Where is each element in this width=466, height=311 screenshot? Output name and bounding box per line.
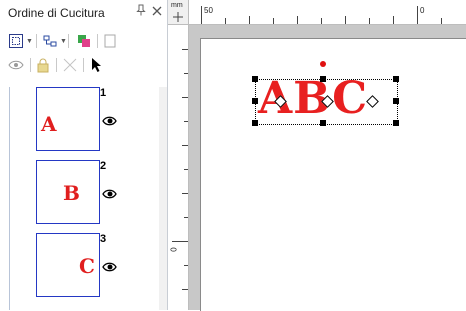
rotate-handle[interactable] [320,61,326,67]
resize-handle-top-left[interactable] [252,76,258,82]
item-number: 1 [100,87,107,99]
order-button[interactable] [76,32,92,50]
eye-icon [8,60,24,70]
toolbar-divider [83,58,84,72]
item-letter: B [63,181,80,205]
eye-icon[interactable] [102,186,117,204]
lock-button[interactable] [36,56,50,74]
toolbar-divider [68,34,69,48]
cursor-arrow-icon [92,58,101,72]
panel-scrollbar[interactable] [159,87,167,310]
eye-icon[interactable] [102,113,117,131]
toolbar-row-2 [0,54,167,76]
item-letter: C [79,254,95,278]
group-icon [43,35,57,47]
crosshair-icon [173,12,183,22]
eye-icon[interactable] [102,259,117,277]
ruler-label: 0 [420,6,425,15]
toolbar-row-1: ▼ ▼ [0,30,167,52]
item-number: 3 [100,233,107,245]
ruler-ticks [172,49,188,290]
ruler-label: 50 [204,6,213,15]
panel-title: Ordine di Cucitura [8,6,105,20]
resize-handle-bottom[interactable] [320,120,326,126]
view-mode-button[interactable]: ▼ [8,32,33,50]
resize-handle-left[interactable] [252,98,258,104]
disabled-button[interactable] [102,32,118,50]
panel-header: Ordine di Cucitura [0,0,167,26]
resize-handle-bottom-left[interactable] [252,120,258,126]
ruler-label: 0 [169,247,179,252]
list-item[interactable]: C [36,233,100,297]
resize-handle-bottom-right[interactable] [393,120,399,126]
horizontal-ruler[interactable]: 50 0 [189,0,466,25]
lock-icon [37,58,49,73]
cut-button[interactable] [62,56,78,74]
item-letter: A [41,112,57,136]
toolbar-divider [97,34,98,48]
item-number: 2 [100,160,107,172]
fit-view-icon [9,34,23,48]
ruler-unit-label: mm [171,2,183,9]
close-icon[interactable] [150,4,164,20]
group-button[interactable]: ▼ [42,32,67,50]
scissors-icon [63,58,77,72]
toolbar-divider [56,58,57,72]
list-item[interactable]: B [36,160,100,224]
chevron-down-icon: ▼ [26,37,33,45]
frame-icon [104,34,116,48]
list-item[interactable]: A [36,87,100,151]
show-button[interactable] [8,56,24,74]
embroidery-text-design[interactable]: ABC [258,73,368,125]
select-button[interactable] [89,56,103,74]
toolbar-divider [30,58,31,72]
stitch-order-list: A 1 B 2 C 3 [9,87,160,310]
color-order-icon [78,35,90,47]
pin-icon[interactable] [134,4,148,20]
resize-handle-top[interactable] [320,76,326,82]
vertical-ruler[interactable]: 0 [168,25,189,310]
ruler-corner[interactable]: mm [168,0,189,25]
chevron-down-icon: ▼ [60,37,67,45]
resize-handle-right[interactable] [393,98,399,104]
resize-handle-top-right[interactable] [393,76,399,82]
stitch-order-panel: Ordine di Cucitura ▼ ▼ A 1 B 2 C 3 [0,0,168,310]
toolbar-divider [36,34,37,48]
